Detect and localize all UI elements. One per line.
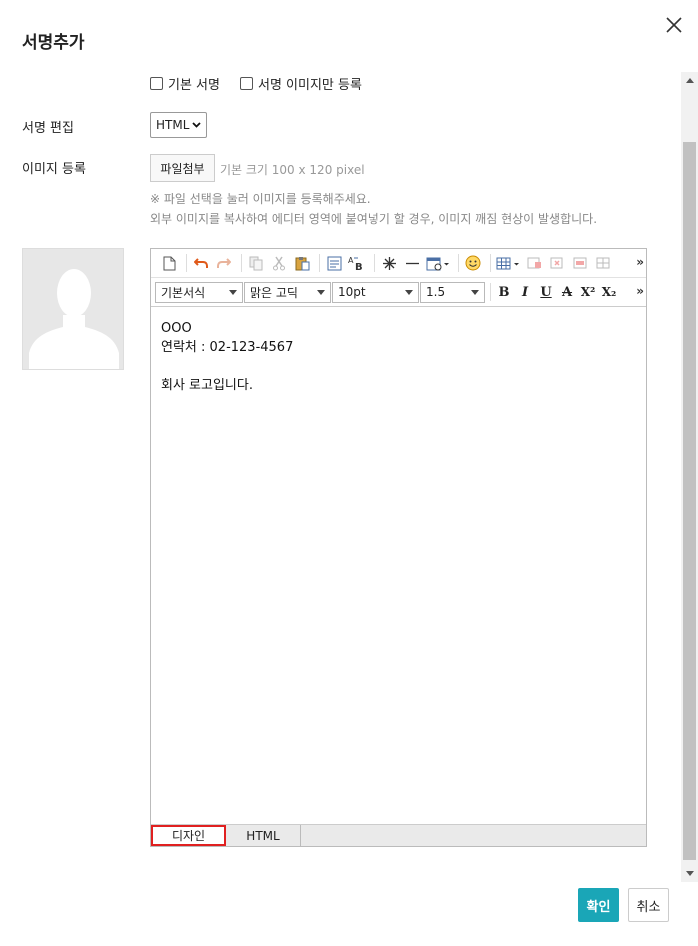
editor-content-area[interactable]: OOO 연락처 : 02-123-4567 회사 로고입니다. xyxy=(161,319,293,395)
table-column-icon[interactable] xyxy=(547,253,567,273)
emoticon-icon[interactable] xyxy=(463,253,483,273)
scroll-up-arrow-icon[interactable] xyxy=(681,72,698,89)
special-character-icon[interactable] xyxy=(379,253,399,273)
date-insert-icon[interactable] xyxy=(425,253,451,273)
edit-mode-value: HTML xyxy=(156,118,190,132)
dropdown-arrow-icon xyxy=(405,289,413,295)
scroll-thumb[interactable] xyxy=(683,142,696,860)
toolbar-divider xyxy=(319,254,320,272)
checkbox-box[interactable] xyxy=(239,77,253,90)
table-split-icon[interactable] xyxy=(593,253,613,273)
content-line: OOO xyxy=(161,321,192,336)
cancel-button[interactable]: 취소 xyxy=(628,888,669,922)
font-size-select[interactable]: 10pt xyxy=(332,281,419,303)
image-size-hint: 기본 크기 100 x 120 pixel xyxy=(220,163,365,177)
line-height-select[interactable]: 1.5 xyxy=(420,281,485,303)
toolbar-divider xyxy=(186,254,187,272)
table-icon[interactable] xyxy=(495,253,521,273)
content-line xyxy=(161,357,293,376)
editor-mode-tabs: 디자인 HTML xyxy=(151,824,646,846)
close-icon[interactable] xyxy=(664,15,684,35)
toolbar-divider xyxy=(458,254,459,272)
toolbar-divider xyxy=(490,283,491,301)
dropdown-arrow-icon xyxy=(229,289,237,295)
copy-icon[interactable] xyxy=(246,253,266,273)
editor-toolbar-row-1: AB » xyxy=(151,249,646,278)
paste-icon[interactable] xyxy=(292,253,312,273)
underline-button[interactable]: U xyxy=(537,285,555,300)
default-signature-checkbox[interactable]: 기본 서명 xyxy=(150,74,220,93)
dropdown-arrow-icon xyxy=(317,289,325,295)
file-attach-button[interactable]: 파일첨부 xyxy=(150,154,215,182)
cut-icon[interactable] xyxy=(269,253,289,273)
tab-html[interactable]: HTML xyxy=(226,825,301,846)
paragraph-style-value: 기본서식 xyxy=(161,285,206,300)
font-family-value: 맑은 고딕 xyxy=(250,285,298,300)
checkbox-box[interactable] xyxy=(150,77,163,90)
dialog-scrollbar[interactable] xyxy=(681,72,698,882)
scroll-down-arrow-icon[interactable] xyxy=(681,865,698,882)
undo-icon[interactable] xyxy=(191,253,211,273)
font-family-select[interactable]: 맑은 고딕 xyxy=(244,281,331,303)
chevron-down-icon xyxy=(192,122,202,128)
content-line: 연락처 : 02-123-4567 xyxy=(161,340,294,355)
bold-button[interactable]: B xyxy=(495,285,513,300)
line-height-value: 1.5 xyxy=(426,285,446,299)
signature-options: 기본 서명 서명 이미지만 등록 xyxy=(150,74,362,93)
svg-text:B: B xyxy=(355,262,363,271)
font-size-value: 10pt xyxy=(338,285,366,299)
subscript-button[interactable]: X₂ xyxy=(600,285,618,299)
spellcheck-icon[interactable]: AB xyxy=(347,253,367,273)
image-only-checkbox[interactable]: 서명 이미지만 등록 xyxy=(239,74,362,93)
tab-design[interactable]: 디자인 xyxy=(151,825,226,846)
notice-text-1: ※ 파일 선택을 눌러 이미지를 등록해주세요. xyxy=(150,192,371,206)
default-signature-label: 기본 서명 xyxy=(168,78,220,93)
toolbar-divider xyxy=(490,254,491,272)
table-row-icon[interactable] xyxy=(524,253,544,273)
image-only-label: 서명 이미지만 등록 xyxy=(257,78,362,93)
image-register-label: 이미지 등록 xyxy=(22,162,86,177)
new-document-icon[interactable] xyxy=(159,253,179,273)
dialog-title: 서명추가 xyxy=(22,33,85,53)
edit-mode-select[interactable]: HTML xyxy=(150,112,207,138)
person-silhouette-icon xyxy=(29,269,119,369)
toolbar-divider xyxy=(374,254,375,272)
content-line: 회사 로고입니다. xyxy=(161,378,253,393)
svg-text:A: A xyxy=(348,256,354,265)
toolbar-more-button[interactable]: » xyxy=(636,255,644,269)
find-replace-icon[interactable] xyxy=(324,253,344,273)
toolbar-divider xyxy=(241,254,242,272)
italic-button[interactable]: I xyxy=(516,285,534,300)
horizontal-line-icon[interactable] xyxy=(402,253,422,273)
dropdown-arrow-icon xyxy=(471,289,479,295)
edit-mode-label: 서명 편집 xyxy=(22,121,74,136)
superscript-button[interactable]: X² xyxy=(579,285,597,299)
paragraph-style-select[interactable]: 기본서식 xyxy=(155,281,243,303)
table-merge-icon[interactable] xyxy=(570,253,590,273)
avatar-placeholder xyxy=(22,248,124,370)
toolbar-more-button[interactable]: » xyxy=(636,284,644,298)
confirm-button[interactable]: 확인 xyxy=(578,888,619,922)
signature-editor: AB » 기본서식 맑은 고딕 10pt 1.5 B I U A X² X₂ »… xyxy=(150,248,647,847)
notice-text-2: 외부 이미지를 복사하여 에디터 영역에 붙여넣기 할 경우, 이미지 깨짐 현… xyxy=(150,212,598,226)
strikethrough-button[interactable]: A xyxy=(558,285,576,300)
editor-toolbar-row-2: 기본서식 맑은 고딕 10pt 1.5 B I U A X² X₂ » xyxy=(151,278,646,307)
redo-icon[interactable] xyxy=(214,253,234,273)
